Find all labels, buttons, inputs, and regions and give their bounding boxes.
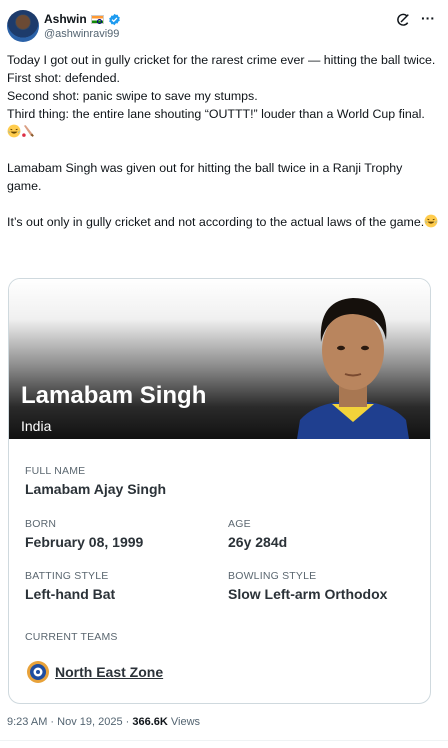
- born-value: February 08, 1999: [25, 534, 144, 550]
- tweet-line: Third thing: the entire lane shouting “O…: [7, 107, 425, 121]
- born-label: BORN: [25, 518, 57, 530]
- tweet-meta: 9:23 AM · Nov 19, 2025 · 366.6K Views: [7, 716, 200, 728]
- author-name[interactable]: Ashwin: [44, 12, 87, 26]
- avatar[interactable]: [7, 10, 39, 42]
- author-name-row: Ashwin: [44, 12, 121, 26]
- divider: [0, 740, 448, 741]
- tweet-spacer: [7, 195, 439, 213]
- grok-icon[interactable]: [395, 12, 411, 28]
- tweet-line: Lamabam Singh was given out for hitting …: [7, 161, 406, 193]
- tweet-line-with-emoji: Third thing: the entire lane shouting “O…: [7, 105, 439, 141]
- full-name-value: Lamabam Ajay Singh: [25, 481, 167, 497]
- player-profile-card[interactable]: Lamabam Singh India FULL NAME Lamabam Aj…: [8, 278, 431, 704]
- player-photo: [297, 298, 409, 439]
- views-count: 366.6K: [132, 716, 168, 728]
- player-name: Lamabam Singh: [21, 382, 207, 409]
- tweet-spacer: [7, 141, 439, 159]
- author-handle[interactable]: @ashwinravi99: [44, 28, 119, 40]
- laughing-emoji-icon: [7, 124, 21, 138]
- full-name-label: FULL NAME: [25, 465, 86, 477]
- views-label: Views: [167, 716, 201, 728]
- batting-style-value: Left-hand Bat: [25, 586, 116, 602]
- india-flag-icon: [90, 14, 104, 24]
- tweet-timestamp[interactable]: 9:23 AM · Nov 19, 2025 ·: [7, 716, 132, 728]
- bowling-style-value: Slow Left-arm Orthodox: [228, 586, 388, 602]
- team-link-north-east-zone[interactable]: North East Zone: [55, 664, 163, 680]
- verified-badge-icon: [108, 13, 120, 25]
- player-country: India: [21, 418, 52, 434]
- player-hero: Lamabam Singh India: [9, 279, 430, 439]
- age-value: 26y 284d: [228, 534, 288, 550]
- more-icon[interactable]: ···: [421, 10, 435, 26]
- current-teams-label: CURRENT TEAMS: [25, 631, 118, 643]
- laughing-emoji-icon: [424, 214, 438, 228]
- tweet-line: It’s out only in gully cricket and not a…: [7, 215, 425, 229]
- tweet-line: Today I got out in gully cricket for the…: [7, 53, 436, 67]
- age-label: AGE: [228, 518, 251, 530]
- tweet-line: Second shot: panic swipe to save my stum…: [7, 89, 258, 103]
- tweet-text: Today I got out in gully cricket for the…: [7, 51, 439, 231]
- tweet-header: Ashwin @ashwinravi99 ···: [7, 10, 441, 44]
- tweet-line-with-emoji: It’s out only in gully cricket and not a…: [7, 213, 439, 231]
- tweet-line: First shot: defended.: [7, 71, 120, 85]
- bowling-style-label: BOWLING STYLE: [228, 570, 317, 582]
- batting-style-label: BATTING STYLE: [25, 570, 109, 582]
- bcci-logo-icon: [27, 661, 49, 683]
- cricket-bat-emoji-icon: [22, 125, 34, 137]
